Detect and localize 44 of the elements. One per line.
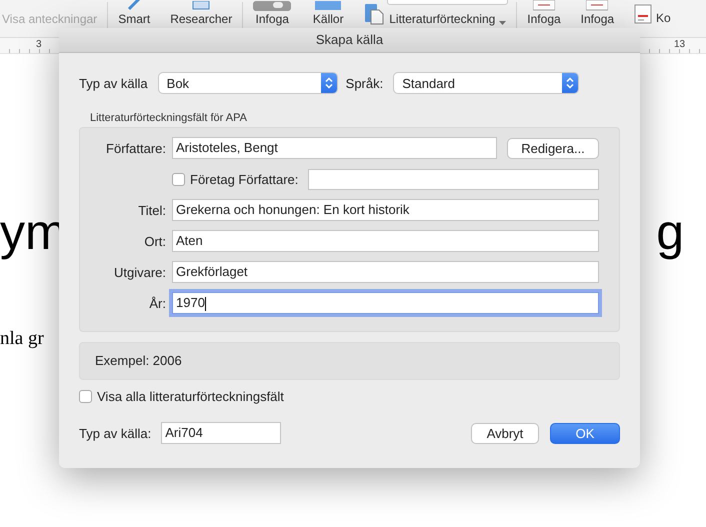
field-label: Författare: [105, 140, 166, 156]
input-field[interactable]: Grekförlaget [172, 261, 599, 283]
popup-button[interactable]: Bok [158, 72, 338, 94]
input-field[interactable] [308, 168, 599, 190]
ribbon-button[interactable]: Litteraturförteckning [365, 1, 506, 26]
checkbox[interactable] [172, 172, 185, 186]
ruler-number: 13 [674, 39, 686, 50]
ribbon-button[interactable]: Infoga [253, 1, 292, 26]
field-label: Ort: [143, 234, 166, 248]
field-label: Typ av källa: [79, 426, 152, 440]
checkbox[interactable] [79, 390, 92, 403]
caret-icon [499, 21, 506, 26]
chevron-icon [566, 77, 574, 89]
heading-text: g [656, 204, 684, 260]
body-text: nla gr [0, 328, 45, 350]
group-title: Litteraturförteckningsfält för APA [90, 112, 248, 124]
ribbon-button[interactable]: Infoga [580, 0, 614, 26]
chevron-icon [324, 77, 333, 89]
checkbox-label: Visa alla litteraturförteckningsfält [97, 389, 284, 404]
popup-button[interactable]: Standard [393, 72, 580, 94]
field-label: Utgivare: [112, 264, 166, 280]
edit-button[interactable]: Redigera... [507, 138, 599, 158]
dialog-title: Skapa källa [59, 28, 640, 53]
input-field[interactable]: 1970 [172, 292, 599, 314]
table-icon [634, 4, 652, 24]
ok-button[interactable]: OK [550, 422, 620, 444]
ribbon-label: Visa anteckningar [2, 12, 98, 26]
checkbox-label: Företag Författare: [190, 172, 298, 186]
ribbon-button[interactable]: Researcher [170, 1, 232, 26]
ribbon-button[interactable]: Källor [311, 1, 346, 26]
ribbon-button[interactable]: Ko [634, 4, 671, 25]
ruler-number: 3 [36, 39, 42, 50]
ribbon-button[interactable]: Infoga [527, 0, 561, 26]
input-field[interactable]: Aristoteles, Bengt [172, 137, 497, 159]
input-field[interactable]: Ari704 [161, 422, 282, 444]
field-label: Typ av källa [79, 76, 148, 90]
ribbon-button[interactable]: Smart [118, 0, 150, 26]
field-label: Titel: [137, 202, 166, 218]
field-label: År: [148, 296, 166, 310]
input-field[interactable]: Aten [172, 230, 599, 252]
cancel-button[interactable]: Avbryt [471, 422, 539, 444]
input-field[interactable]: Grekerna och honungen: En kort historik [172, 199, 599, 221]
field-label: Språk: [346, 76, 384, 90]
example-text: Exempel: 2006 [79, 342, 620, 380]
